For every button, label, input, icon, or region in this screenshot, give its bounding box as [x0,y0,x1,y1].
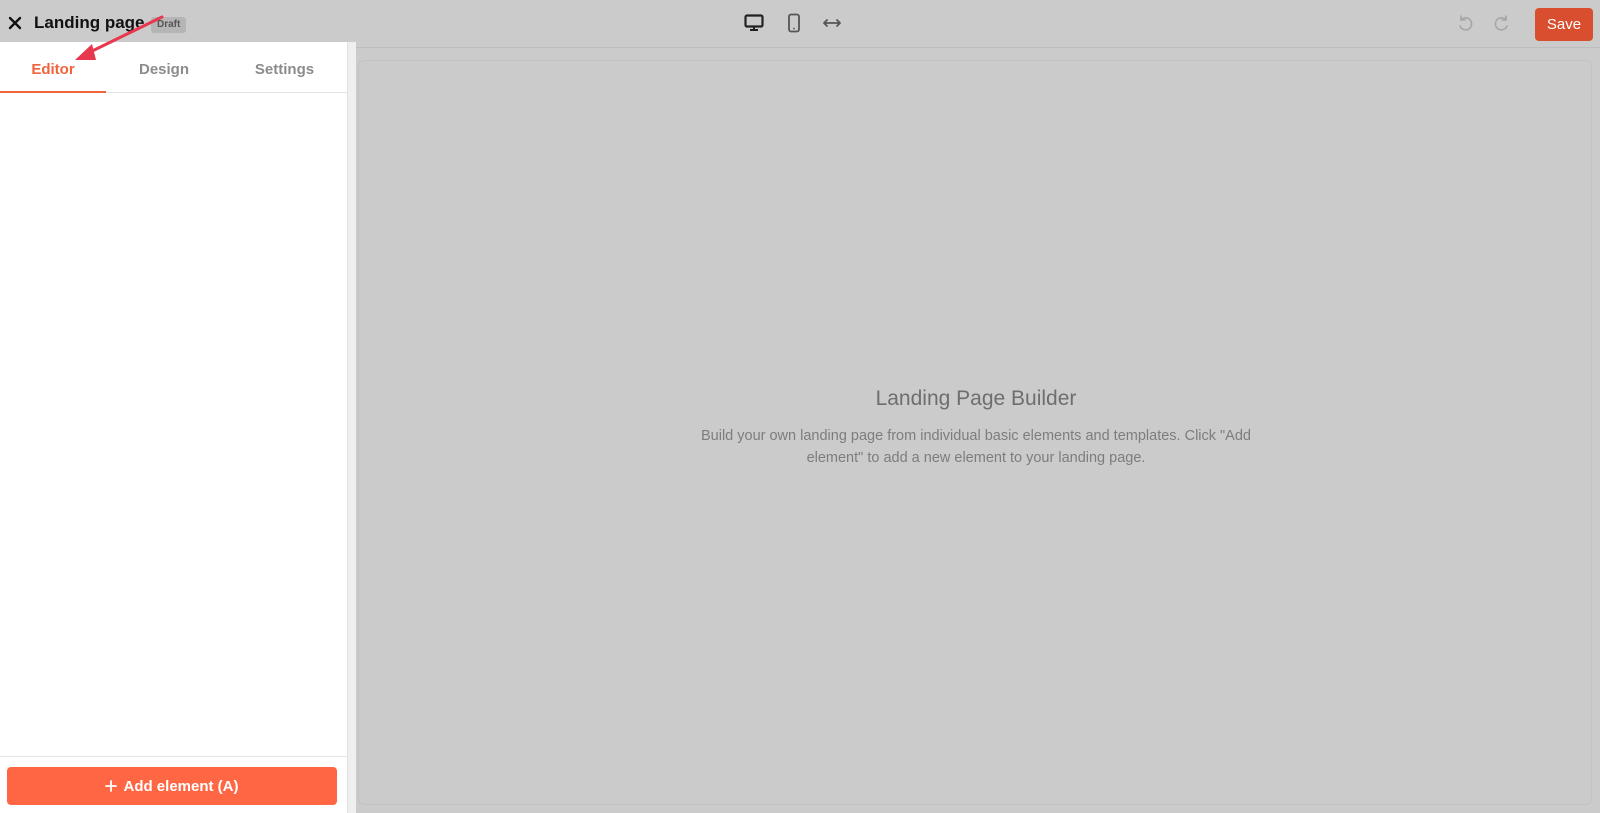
add-element-button[interactable]: Add element (A) [7,767,337,805]
status-badge: Draft [151,17,187,33]
sidebar-footer: Add element (A) [0,756,347,813]
sidebar-scrollbar[interactable] [347,42,356,813]
canvas-title: Landing Page Builder [875,387,1077,410]
tab-settings[interactable]: Settings [222,50,347,93]
redo-icon [1494,15,1508,31]
mobile-view-button[interactable] [782,11,806,35]
mobile-icon [788,13,800,33]
tab-design[interactable]: Design [106,50,222,93]
page-canvas[interactable]: Landing Page Builder Build your own land… [358,60,1592,805]
desktop-icon [744,14,764,31]
undo-button[interactable] [1453,11,1477,35]
sidebar-tabs: Editor Design Settings [0,50,347,93]
close-button[interactable] [4,12,26,34]
close-icon [8,16,22,30]
tab-editor[interactable]: Editor [0,50,106,93]
save-button[interactable]: Save [1535,8,1593,41]
undo-icon [1459,15,1473,31]
sidebar: Editor Design Settings Add element (A) [0,42,347,813]
redo-button[interactable] [1490,11,1514,35]
plus-icon [105,780,118,792]
fullwidth-view-button[interactable] [820,11,844,35]
desktop-view-button[interactable] [742,11,766,35]
canvas-description: Build your own landing page from individ… [700,428,1251,466]
page-title: Landing page [34,13,145,32]
top-bar: Landing page Draft Save [0,0,1600,48]
add-element-label: Add element (A) [123,777,239,795]
fullwidth-icon [823,19,841,27]
